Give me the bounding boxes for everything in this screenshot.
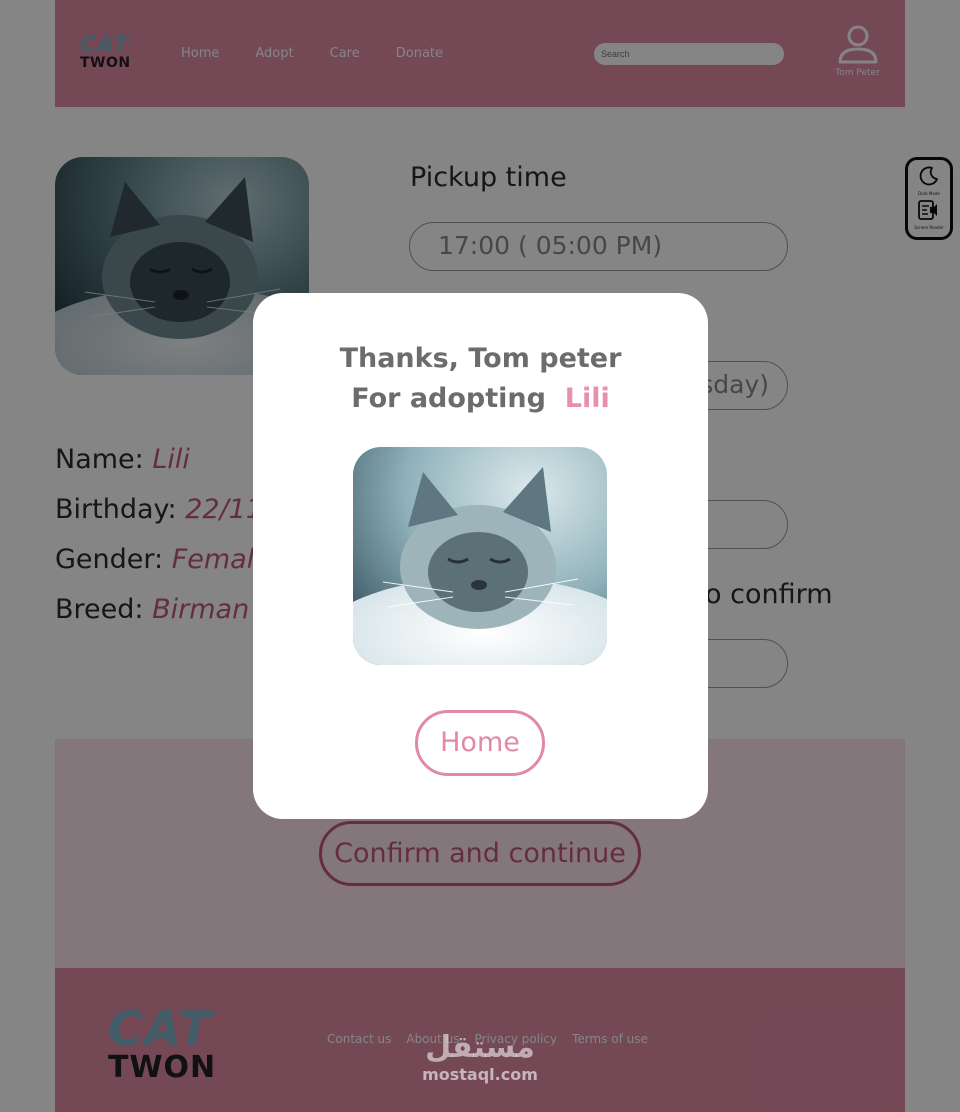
- watermark-latin: mostaql.com: [422, 1065, 538, 1084]
- adoption-success-modal: Thanks, Tom peter For adopting Lili Home: [253, 293, 708, 819]
- watermark-arabic: مستقل: [425, 1030, 535, 1065]
- modal-cat-name: Lili: [564, 383, 610, 414]
- modal-title: Thanks, Tom peter For adopting Lili: [253, 339, 708, 419]
- modal-cat-image: [353, 447, 607, 665]
- modal-adopting-line: For adopting: [351, 383, 546, 414]
- modal-cat-photo: [353, 447, 607, 665]
- watermark: مستقل mostaql.com: [420, 1030, 540, 1084]
- modal-thanks-line: Thanks, Tom peter: [339, 343, 622, 374]
- home-button[interactable]: Home: [415, 710, 545, 776]
